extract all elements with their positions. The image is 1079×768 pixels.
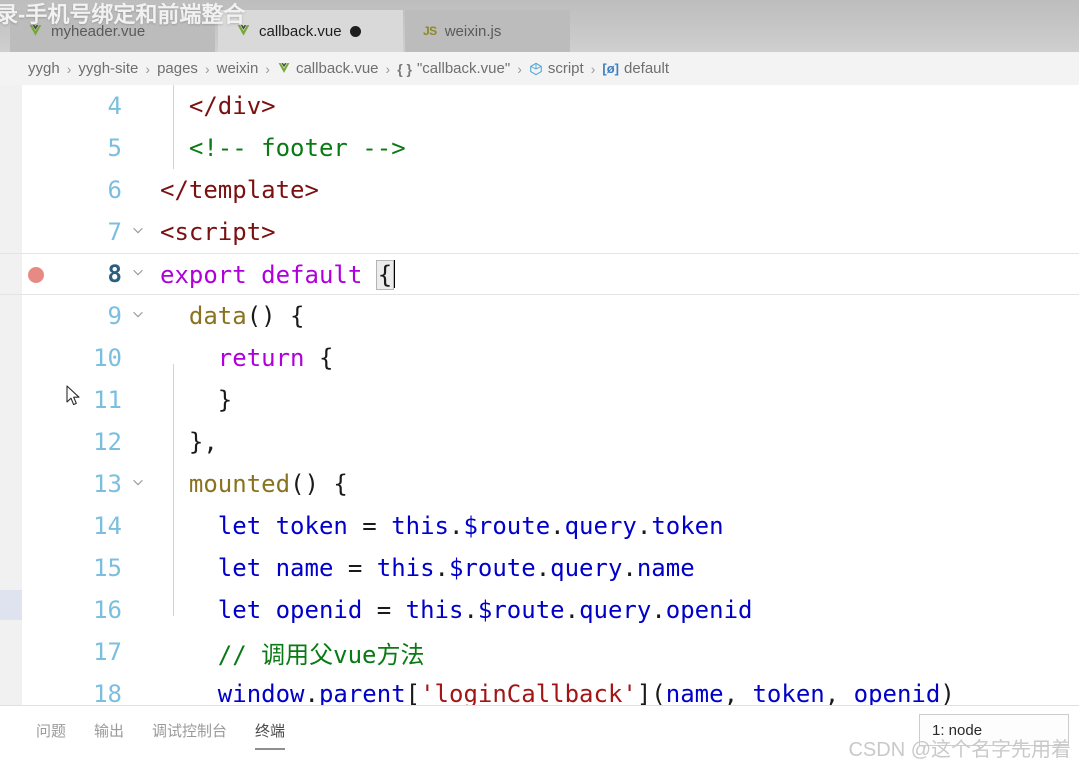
namespace-icon	[529, 62, 543, 76]
line-number: 17	[93, 638, 122, 666]
vue-icon	[28, 24, 43, 38]
line-content: </div>	[160, 92, 276, 120]
breadcrumb-item-default[interactable]: [ø] default	[602, 60, 669, 77]
line-content: },	[160, 428, 218, 456]
line-content: mounted() {	[188, 470, 348, 498]
code-line[interactable]: 9 data() {	[0, 295, 1079, 337]
line-number: 13	[93, 470, 122, 498]
code-line[interactable]: 13 mounted() {	[0, 463, 1079, 505]
line-content: </template>	[160, 176, 319, 204]
terminal-selector-value: 1: node	[932, 721, 983, 739]
code-line[interactable]: 16 let openid = this.$route.query.openid	[0, 589, 1079, 631]
line-number: 4	[107, 92, 122, 120]
line-number: 8	[107, 260, 122, 288]
vue-icon	[236, 24, 251, 38]
fold-chevron-down-icon[interactable]	[128, 265, 148, 283]
line-number: 18	[93, 680, 122, 705]
line-content: <script>	[160, 218, 276, 246]
terminal-selector-dropdown[interactable]: 1: node	[919, 714, 1069, 746]
editor-code-area[interactable]: 4 </div> 5 <!-- footer --> 6 </template>…	[0, 85, 1079, 705]
code-editor[interactable]: 4 </div> 5 <!-- footer --> 6 </template>…	[0, 85, 1079, 705]
line-content: data() {	[188, 302, 305, 330]
panel-tab-problems[interactable]: 问题	[36, 720, 66, 750]
panel-tab-terminal[interactable]: 终端	[255, 720, 286, 750]
editor-tab-myheader-vue[interactable]: myheader.vue	[10, 10, 215, 52]
vscode-window: myheader.vue callback.vue JS weixin.js 录…	[0, 0, 1079, 768]
code-line[interactable]: 5 <!-- footer -->	[0, 127, 1079, 169]
line-number: 10	[93, 344, 122, 372]
line-content: window.parent['loginCallback'](name, tok…	[217, 680, 955, 705]
fold-chevron-down-icon[interactable]	[128, 307, 148, 325]
code-line[interactable]: 17 // 调用父vue方法	[0, 631, 1079, 673]
line-content: <!-- footer -->	[160, 134, 406, 162]
line-number: 9	[107, 302, 122, 330]
breadcrumb-item-yygh-site[interactable]: yygh-site	[78, 60, 138, 77]
line-content: let openid = this.$route.query.openid	[217, 596, 753, 624]
breadcrumb-separator-icon: ›	[204, 60, 210, 77]
line-number: 15	[93, 554, 122, 582]
line-content: export default {	[160, 259, 396, 290]
editor-tab-label: weixin.js	[444, 22, 502, 40]
breadcrumb-item-weixin[interactable]: weixin	[217, 60, 259, 77]
panel-tab-debug-console[interactable]: 调试控制台	[152, 720, 227, 750]
code-line[interactable]: 18 window.parent['loginCallback'](name, …	[0, 673, 1079, 705]
editor-tab-label: myheader.vue	[51, 22, 146, 40]
panel-tab-list: 问题 输出 调试控制台 终端	[36, 720, 286, 750]
js-icon: JS	[423, 24, 437, 38]
breadcrumb-item-callback-vue-symbol[interactable]: { } "callback.vue"	[397, 60, 510, 77]
code-line[interactable]: 7 <script>	[0, 211, 1079, 253]
breadcrumb-separator-icon: ›	[145, 60, 151, 77]
editor-tab-bar: myheader.vue callback.vue JS weixin.js	[0, 0, 1079, 52]
line-number: 14	[93, 512, 122, 540]
code-line-active[interactable]: 8 export default {	[0, 253, 1079, 295]
breadcrumb-separator-icon: ›	[517, 60, 522, 77]
breadcrumb-separator-icon: ›	[66, 60, 72, 77]
line-number: 16	[93, 596, 122, 624]
breadcrumb: yygh › yygh-site › pages › weixin › call…	[0, 52, 1079, 85]
breadcrumb-item-pages[interactable]: pages	[157, 60, 198, 77]
unsaved-changes-icon[interactable]	[349, 25, 361, 37]
line-number: 12	[93, 428, 122, 456]
vue-icon	[277, 62, 291, 75]
text-caret	[393, 259, 396, 288]
breadcrumb-separator-icon: ›	[385, 60, 391, 77]
editor-tab-callback-vue[interactable]: callback.vue	[218, 10, 403, 52]
code-line[interactable]: 12 },	[0, 421, 1079, 463]
breadcrumb-item-callback-vue[interactable]: callback.vue	[277, 60, 379, 77]
line-content: // 调用父vue方法	[160, 640, 425, 669]
breadcrumb-separator-icon: ›	[590, 60, 596, 77]
line-number: 7	[107, 218, 122, 246]
braces-icon: { }	[397, 60, 412, 77]
editor-tab-weixin-js[interactable]: JS weixin.js	[405, 10, 570, 52]
bottom-panel: 问题 输出 调试控制台 终端 1: node	[0, 705, 1079, 768]
line-content: }	[160, 386, 233, 414]
breadcrumb-item-script[interactable]: script	[529, 60, 584, 77]
panel-tab-output[interactable]: 输出	[94, 720, 124, 750]
fold-chevron-down-icon[interactable]	[128, 475, 148, 493]
breadcrumb-item-yygh[interactable]: yygh	[28, 60, 60, 77]
code-line[interactable]: 14 let token = this.$route.query.token	[0, 505, 1079, 547]
line-number: 6	[107, 176, 122, 204]
field-icon: [ø]	[602, 61, 619, 76]
line-number: 5	[107, 134, 122, 162]
line-content: let token = this.$route.query.token	[217, 512, 724, 540]
mouse-pointer-icon	[66, 385, 82, 407]
code-line[interactable]: 15 let name = this.$route.query.name	[0, 547, 1079, 589]
line-content: return {	[217, 344, 334, 372]
code-line[interactable]: 11 }	[0, 379, 1079, 421]
editor-tab-label: callback.vue	[259, 22, 342, 40]
code-line[interactable]: 6 </template>	[0, 169, 1079, 211]
code-line[interactable]: 10 return {	[0, 337, 1079, 379]
breadcrumb-separator-icon: ›	[265, 60, 270, 77]
code-line[interactable]: 4 </div>	[0, 85, 1079, 127]
fold-chevron-down-icon[interactable]	[128, 223, 148, 241]
line-content: let name = this.$route.query.name	[217, 554, 695, 582]
